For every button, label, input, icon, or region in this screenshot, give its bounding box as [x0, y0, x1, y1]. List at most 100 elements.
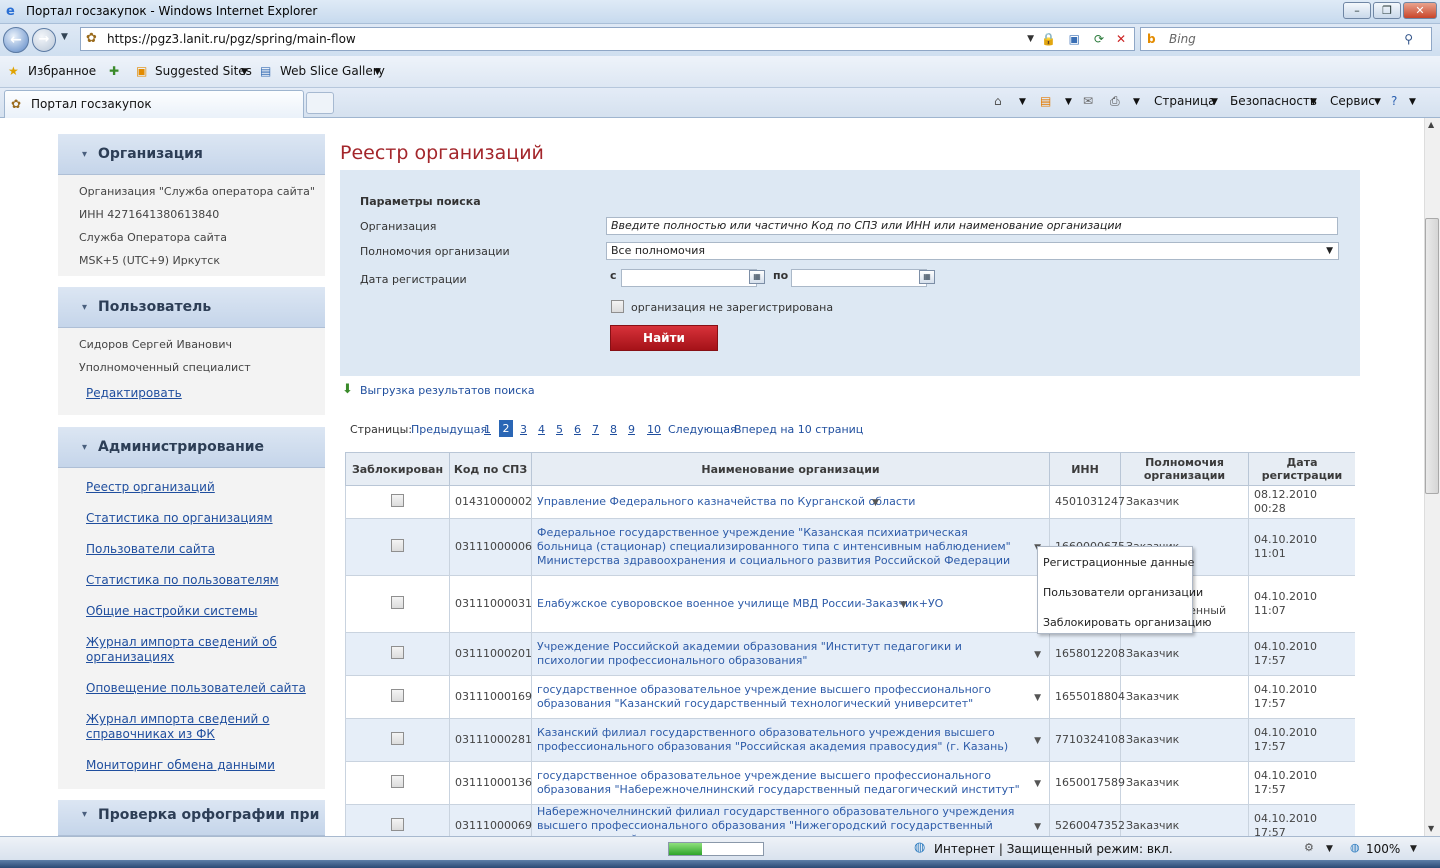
not-registered-checkbox[interactable]: [611, 300, 624, 313]
row-menu-dropdown-icon[interactable]: ▼: [1034, 820, 1041, 834]
blocked-checkbox[interactable]: [391, 731, 404, 745]
org-search-input[interactable]: Введите полностью или частично Код по СП…: [606, 217, 1338, 235]
calendar-icon[interactable]: ▦: [749, 270, 765, 284]
pager-forward-10[interactable]: Вперед на 10 страниц: [734, 423, 863, 436]
address-input[interactable]: ✿ https://pgz3.lanit.ru/pgz/spring/main-…: [80, 27, 1135, 51]
col-header-name[interactable]: Наименование организации: [531, 452, 1050, 486]
blocked-checkbox[interactable]: [391, 688, 404, 702]
zoom-level[interactable]: 100%: [1366, 842, 1400, 856]
date-to-input[interactable]: [791, 269, 927, 287]
page-menu-dropdown-icon[interactable]: ▼: [1211, 97, 1218, 107]
feeds-icon[interactable]: ▤: [1040, 94, 1051, 108]
page-menu[interactable]: Страница: [1154, 94, 1216, 108]
pager-page[interactable]: 6: [574, 423, 581, 436]
col-header-blocked[interactable]: Заблокирован: [345, 452, 450, 486]
menu-item-registration-data[interactable]: Регистрационные данные: [1043, 556, 1194, 569]
home-icon[interactable]: ⌂: [994, 94, 1002, 108]
pager-prev[interactable]: Предыдущая: [411, 423, 487, 436]
admin-link-org-registry[interactable]: Реестр организаций: [86, 480, 215, 495]
blocked-checkbox[interactable]: [391, 493, 404, 507]
admin-link-system-settings[interactable]: Общие настройки системы: [86, 604, 257, 619]
web-slice-dropdown-icon[interactable]: ▼: [374, 67, 381, 77]
pager-page[interactable]: 4: [538, 423, 545, 436]
tab-current[interactable]: ✿ Портал госзакупок: [4, 90, 304, 118]
date-from-input[interactable]: [621, 269, 757, 287]
user-panel-header[interactable]: ▾ Пользователь: [58, 287, 325, 328]
org-name-link[interactable]: Казанский филиал государственного образо…: [537, 726, 1008, 753]
cell-org-name[interactable]: государственное образовательное учрежден…: [531, 761, 1050, 805]
zone-status-text[interactable]: Интернет | Защищенный режим: вкл.: [934, 842, 1173, 856]
forward-arrow-icon[interactable]: →: [32, 28, 56, 52]
maximize-button[interactable]: ❐: [1373, 2, 1401, 19]
org-name-link[interactable]: государственное образовательное учрежден…: [537, 769, 1020, 796]
col-header-inn[interactable]: ИНН: [1049, 452, 1121, 486]
find-button[interactable]: Найти: [610, 325, 718, 351]
org-name-link[interactable]: Учреждение Российской академии образован…: [537, 640, 962, 667]
pager-page[interactable]: 10: [647, 423, 661, 436]
compat-view-icon[interactable]: ▣: [1069, 28, 1080, 50]
suggested-sites-link[interactable]: Suggested Sites: [155, 64, 252, 78]
pager-page[interactable]: 8: [610, 423, 617, 436]
col-header-powers[interactable]: Полномочия организации: [1120, 452, 1249, 486]
favorites-star-icon[interactable]: ★: [8, 64, 19, 78]
cell-org-name[interactable]: Учреждение Российской академии образован…: [531, 632, 1050, 676]
address-dropdown-icon[interactable]: ▼: [1027, 28, 1034, 50]
web-slice-link[interactable]: Web Slice Gallery: [280, 64, 385, 78]
admin-link-user-stats[interactable]: Статистика по пользователям: [86, 573, 279, 588]
safety-menu[interactable]: Безопасность: [1230, 94, 1317, 108]
zoom-dropdown-icon[interactable]: ▼: [1410, 844, 1417, 854]
scroll-down-icon[interactable]: ▼: [1428, 824, 1434, 833]
feeds-dropdown-icon[interactable]: ▼: [1065, 97, 1072, 107]
scroll-up-icon[interactable]: ▲: [1428, 120, 1434, 129]
blocked-checkbox[interactable]: [391, 595, 404, 609]
row-menu-dropdown-icon[interactable]: ▼: [900, 598, 907, 612]
cell-org-name[interactable]: государственное образовательное учрежден…: [531, 675, 1050, 719]
admin-panel-header[interactable]: ▾ Администрирование: [58, 427, 325, 468]
pager-page[interactable]: 1: [484, 423, 491, 436]
org-name-link[interactable]: Управление Федерального казначейства по …: [537, 495, 915, 508]
pager-next[interactable]: Следующая: [668, 423, 737, 436]
spell-panel-header[interactable]: ▾ Проверка орфографии при: [58, 800, 325, 836]
cell-org-name[interactable]: Управление Федерального казначейства по …: [531, 485, 1050, 519]
org-name-link[interactable]: государственное образовательное учрежден…: [537, 683, 991, 710]
admin-link-org-stats[interactable]: Статистика по организациям: [86, 511, 273, 526]
lock-icon[interactable]: 🔒: [1041, 28, 1056, 50]
home-dropdown-icon[interactable]: ▼: [1019, 97, 1026, 107]
cell-org-name[interactable]: Казанский филиал государственного образо…: [531, 718, 1050, 762]
powers-select[interactable]: Все полномочия ▼: [606, 242, 1339, 260]
cell-org-name[interactable]: Федеральное государственное учреждение "…: [531, 518, 1050, 576]
help-icon[interactable]: ?: [1391, 94, 1397, 108]
cell-org-name[interactable]: Набережночелнинский филиал государственн…: [531, 804, 1050, 836]
search-input[interactable]: b Bing ⚲: [1140, 27, 1432, 51]
safety-menu-dropdown-icon[interactable]: ▼: [1310, 97, 1317, 107]
pager-page[interactable]: 9: [628, 423, 635, 436]
menu-item-block-org[interactable]: Заблокировать организацию: [1043, 616, 1212, 629]
pager-page[interactable]: 5: [556, 423, 563, 436]
print-icon[interactable]: ⎙: [1110, 94, 1120, 109]
row-menu-dropdown-icon[interactable]: ▼: [1034, 777, 1041, 791]
edit-profile-link[interactable]: Редактировать: [86, 386, 182, 401]
popup-blocker-icon[interactable]: ⚙: [1304, 841, 1314, 854]
scrollbar-thumb[interactable]: [1425, 218, 1439, 494]
favorites-button[interactable]: Избранное: [28, 64, 96, 78]
pager-page[interactable]: 3: [520, 423, 527, 436]
zoom-icon[interactable]: ◍: [1350, 841, 1360, 854]
admin-link-org-import-log[interactable]: Журнал импорта сведений об организациях: [86, 635, 286, 665]
suggested-dropdown-icon[interactable]: ▼: [241, 67, 248, 77]
history-dropdown-icon[interactable]: ▼: [61, 32, 68, 42]
row-menu-dropdown-icon[interactable]: ▼: [1034, 691, 1041, 705]
org-panel-header[interactable]: ▾ Организация: [58, 134, 325, 175]
row-menu-dropdown-icon[interactable]: ▼: [1034, 734, 1041, 748]
add-favorite-icon[interactable]: ✚: [109, 64, 119, 78]
export-results-link[interactable]: Выгрузка результатов поиска: [360, 384, 535, 397]
export-icon[interactable]: ⬇: [342, 382, 353, 397]
admin-link-notify-users[interactable]: Оповещение пользователей сайта: [86, 681, 306, 696]
menu-item-org-users[interactable]: Пользователи организации: [1043, 586, 1203, 599]
stop-icon[interactable]: ✕: [1116, 28, 1126, 50]
help-dropdown-icon[interactable]: ▼: [1409, 97, 1416, 107]
mail-icon[interactable]: ✉: [1083, 94, 1093, 108]
blocked-checkbox[interactable]: [391, 538, 404, 552]
blocked-checkbox[interactable]: [391, 817, 404, 831]
blocked-checkbox[interactable]: [391, 645, 404, 659]
minimize-button[interactable]: –: [1343, 2, 1371, 19]
